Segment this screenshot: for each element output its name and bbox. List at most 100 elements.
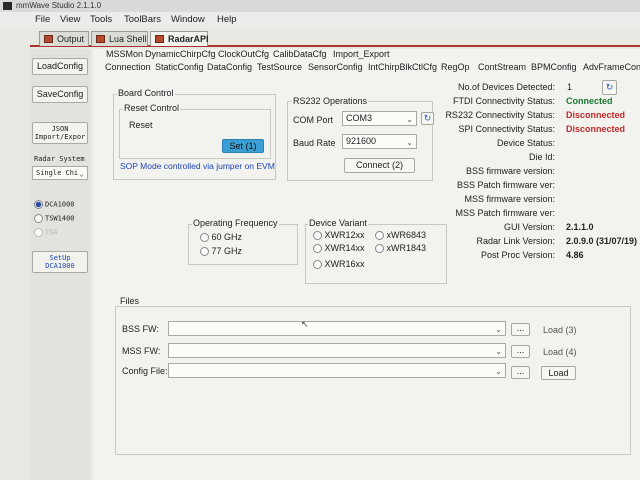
radar-system-select[interactable]: Single Chi ⌄ [32, 166, 88, 180]
mss-fw-version-label: MSS firmware version: [464, 194, 555, 204]
device-status-label: Device Status: [496, 138, 555, 148]
chevron-down-icon: ⌄ [495, 347, 502, 356]
radio-xwr14xx-indicator [313, 244, 322, 254]
mss-fw-path-input[interactable]: ⌄ [168, 343, 506, 358]
mss-fw-label: MSS FW: [122, 346, 161, 356]
bss-fw-browse-button[interactable]: ... [511, 323, 530, 336]
baud-rate-select[interactable]: 921600 ⌄ [342, 134, 417, 149]
radio-xwr6843-indicator [375, 231, 384, 241]
baud-rate-label: Baud Rate [293, 138, 336, 148]
load-bss-fw-button[interactable]: Load (3) [543, 325, 577, 335]
ftdi-status-value: Connected [566, 96, 613, 106]
menu-window[interactable]: Window [171, 12, 205, 28]
subtab-calibdatacfg[interactable]: CalibDataCfg [273, 49, 327, 59]
gui-version-label: GUI Version: [503, 222, 555, 232]
radio-xwr1843[interactable]: xWR1843 [375, 243, 427, 254]
connect-button[interactable]: Connect (2) [344, 158, 415, 173]
devices-detected-label: No.of Devices Detected: [457, 82, 555, 92]
set-reset-button[interactable]: Set (1) [222, 139, 264, 153]
menu-help[interactable]: Help [217, 12, 237, 28]
config-file-browse-button[interactable]: ... [511, 366, 530, 379]
radio-60ghz-indicator [200, 233, 209, 243]
setup-dca1000-button[interactable]: SetUp DCA1000 [32, 251, 88, 273]
config-file-path-input[interactable]: ⌄ [168, 363, 506, 378]
tab-lua-shell[interactable]: Lua Shell [91, 31, 148, 46]
mss-patch-version-label: MSS Patch firmware ver: [455, 208, 555, 218]
com-port-value: COM3 [346, 113, 373, 123]
json-button-line2: Import/Expor [34, 133, 86, 141]
subtab-dynamicchirpcfg[interactable]: DynamicChirpCfg [145, 49, 216, 59]
radio-77ghz[interactable]: 77 GHz [200, 246, 243, 257]
device-variant-title: Device Variant [308, 218, 368, 228]
radar-system-value: Single Chi [36, 169, 79, 177]
subtab-testsource[interactable]: TestSource [257, 62, 302, 72]
radio-xwr14xx[interactable]: XWR14xx [313, 243, 365, 254]
subtab-clockoutcfg[interactable]: ClockOutCfg [218, 49, 269, 59]
load-mss-fw-button[interactable]: Load (4) [543, 347, 577, 357]
save-config-button[interactable]: SaveConfig [32, 86, 88, 103]
radio-xwr6843[interactable]: xWR6843 [375, 230, 427, 241]
setup-button-line2: DCA1000 [45, 262, 75, 270]
menu-view[interactable]: View [60, 12, 80, 28]
subtab-advframeconfig[interactable]: AdvFrameCon [583, 62, 640, 72]
radio-tsw1400-label: TSW1400 [45, 214, 75, 223]
radio-xwr14xx-label: XWR14xx [324, 243, 365, 253]
ftdi-status-label: FTDI Connectivity Status: [452, 96, 555, 106]
radio-60ghz[interactable]: 60 GHz [200, 232, 243, 243]
subtab-regop[interactable]: RegOp [441, 62, 470, 72]
radio-dca1000[interactable]: DCA1000 [34, 200, 75, 209]
subtab-connection[interactable]: Connection [105, 62, 151, 72]
bss-fw-version-label: BSS firmware version: [465, 166, 555, 176]
gui-version-value: 2.1.1.0 [566, 222, 594, 232]
subtab-mssmon[interactable]: MSSMon [106, 49, 143, 59]
com-port-label: COM Port [293, 115, 334, 125]
operating-frequency-title: Operating Frequency [192, 218, 279, 228]
load-config-file-button[interactable]: Load [541, 366, 576, 380]
chevron-down-icon: ⌄ [406, 138, 413, 147]
subtab-dataconfig[interactable]: DataConfig [207, 62, 252, 72]
radio-xwr12xx-indicator [313, 231, 322, 241]
radar-link-version-label: Radar Link Version: [476, 236, 555, 246]
menu-tools[interactable]: Tools [90, 12, 112, 28]
radio-60ghz-label: 60 GHz [211, 232, 243, 242]
com-port-select[interactable]: COM3 ⌄ [342, 111, 417, 126]
mss-fw-browse-button[interactable]: ... [511, 345, 530, 358]
sop-mode-note: SOP Mode controlled via jumper on EVM [120, 161, 275, 171]
tab-output-label: Output [57, 34, 85, 44]
radarapi-icon [155, 35, 164, 43]
radio-tda: TDA [34, 228, 58, 237]
load-config-button[interactable]: LoadConfig [32, 58, 88, 75]
spi-status-value: Disconnected [566, 124, 626, 134]
config-file-label: Config File: [122, 366, 168, 376]
radio-tsw1400-indicator [34, 214, 43, 223]
document-tab-strip: Output Lua Shell RadarAPI [30, 31, 640, 47]
radio-xwr12xx-label: XWR12xx [324, 230, 365, 240]
chevron-down-icon: ⌄ [495, 367, 502, 376]
devices-detected-value: 1 [567, 82, 573, 92]
refresh-devices-icon[interactable]: ↻ [602, 80, 617, 95]
menu-toolbars[interactable]: ToolBars [124, 12, 161, 28]
board-control-title: Board Control [117, 88, 175, 98]
tab-radarapi[interactable]: RadarAPI [150, 31, 209, 46]
lua-shell-icon [96, 35, 105, 43]
radio-77ghz-label: 77 GHz [211, 246, 243, 256]
subtab-staticconfig[interactable]: StaticConfig [155, 62, 204, 72]
tab-output[interactable]: Output [39, 31, 89, 46]
json-import-export-button[interactable]: JSON Import/Expor [32, 122, 88, 144]
subtab-bpmconfig[interactable]: BPMConfig [531, 62, 577, 72]
radio-xwr6843-label: xWR6843 [386, 230, 427, 240]
subtab-intchirpblkctlcfg[interactable]: IntChirpBlkCtlCfg [368, 62, 437, 72]
chevron-down-icon: ⌄ [406, 115, 413, 124]
menu-file[interactable]: File [35, 12, 50, 28]
subtab-import-export[interactable]: Import_Export [333, 49, 390, 59]
subtab-sensorconfig[interactable]: SensorConfig [308, 62, 363, 72]
radio-dca1000-label: DCA1000 [45, 200, 75, 209]
bss-fw-path-input[interactable]: ⌄ [168, 321, 506, 336]
radio-xwr12xx[interactable]: XWR12xx [313, 230, 365, 241]
radio-xwr16xx[interactable]: XWR16xx [313, 259, 365, 270]
radio-xwr16xx-indicator [313, 260, 322, 270]
radio-tsw1400[interactable]: TSW1400 [34, 214, 75, 223]
radio-xwr1843-label: xWR1843 [386, 243, 427, 253]
subtab-contstream[interactable]: ContStream [478, 62, 526, 72]
tab-lua-shell-label: Lua Shell [109, 34, 147, 44]
